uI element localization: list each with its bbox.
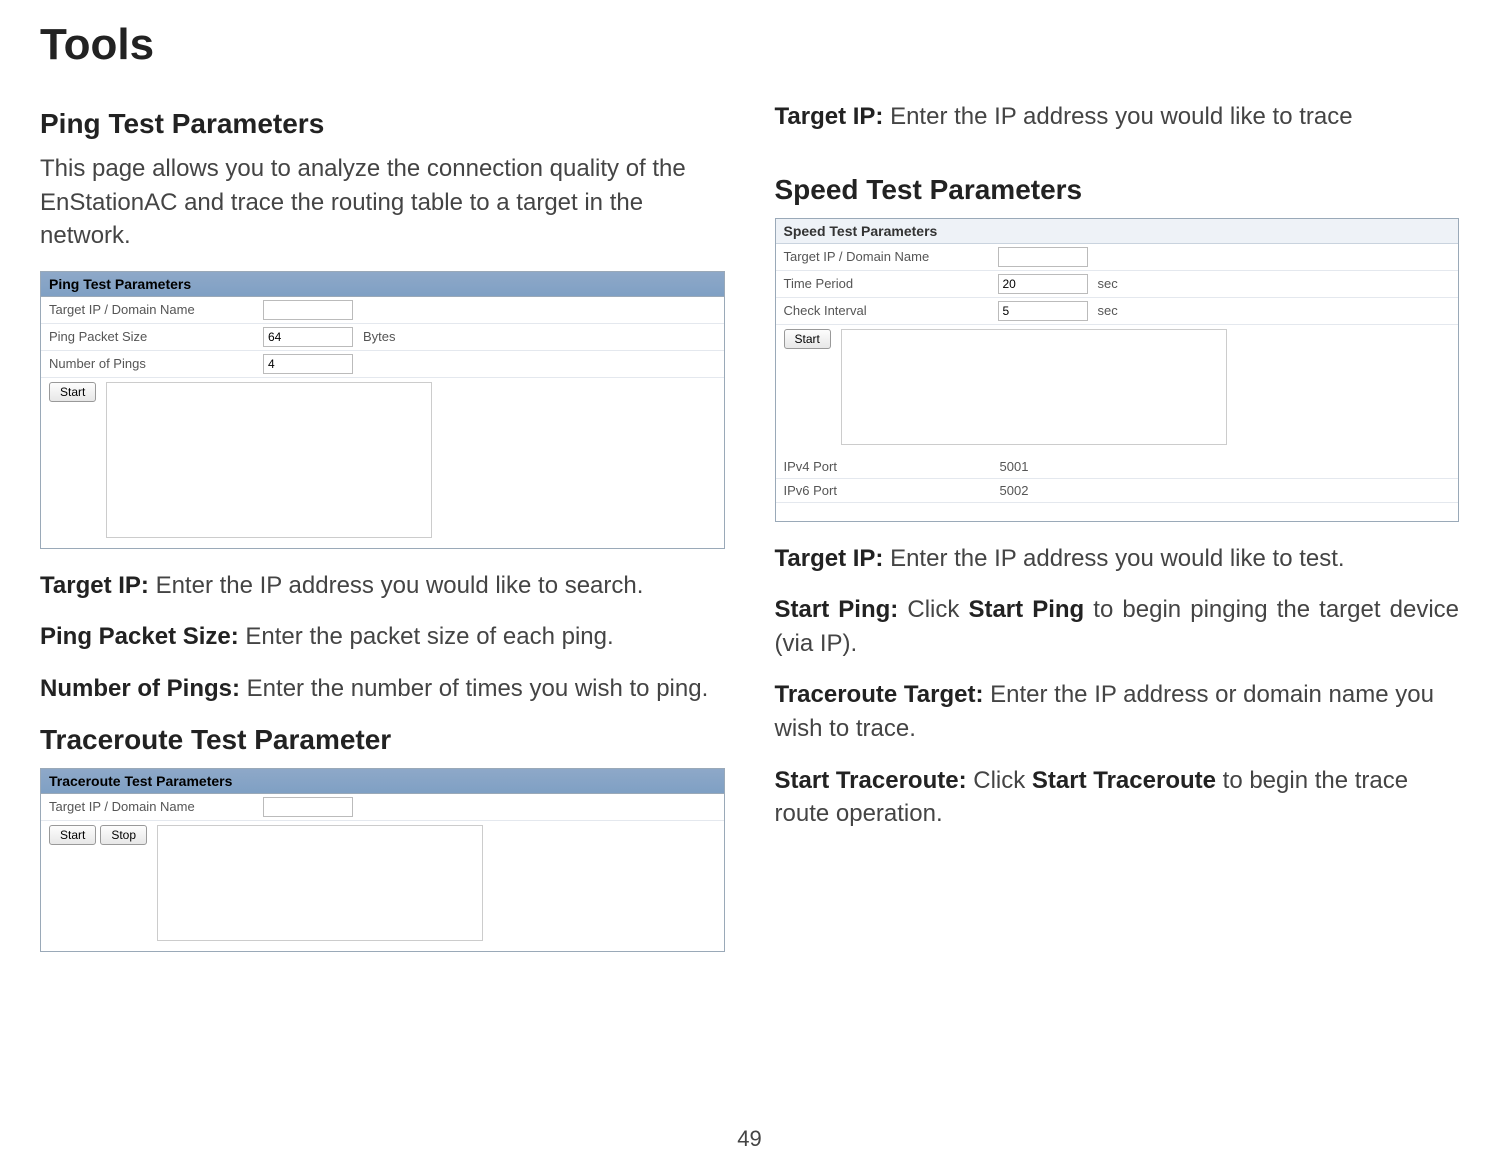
target-ip-text: Enter the IP address you would like to s… [156,572,644,599]
start-ping-bold: Start Ping [968,596,1084,623]
trace-target-ip-label: Target IP: [775,103,891,130]
ping-target-input[interactable] [263,300,353,320]
ipv4-port-label: IPv4 Port [776,455,992,478]
speed-panel-header: Speed Test Parameters [776,219,1459,244]
ipv6-port-value: 5002 [992,479,1037,502]
speed-panel: Speed Test Parameters Target IP / Domain… [775,218,1460,522]
num-pings-label: Number of Pings: [40,675,247,702]
right-column: Target IP: Enter the IP address you woul… [775,90,1460,972]
ping-heading: Ping Test Parameters [40,108,725,140]
traceroute-target-desc: Traceroute Target: Enter the IP address … [775,678,1460,745]
ping-count-input[interactable] [263,354,353,374]
ping-count-label: Number of Pings [41,352,257,375]
speed-output-area[interactable] [841,329,1227,445]
trace-target-ip-text: Enter the IP address you would like to t… [890,103,1352,130]
traceroute-stop-button[interactable]: Stop [100,825,147,845]
speed-target-input[interactable] [998,247,1088,267]
traceroute-target-input[interactable] [263,797,353,817]
ping-target-label: Target IP / Domain Name [41,298,257,321]
speed-time-input[interactable] [998,274,1088,294]
traceroute-panel-header: Traceroute Test Parameters [41,769,724,794]
ping-output-area[interactable] [106,382,432,538]
start-traceroute-pre: Click [973,767,1032,794]
speed-target-label: Target IP / Domain Name [776,245,992,268]
ping-packet-size-label: Ping Packet Size [41,325,257,348]
trace-target-ip-desc: Target IP: Enter the IP address you woul… [775,100,1460,134]
target-ip-desc: Target IP: Enter the IP address you woul… [40,569,725,603]
packet-size-desc: Ping Packet Size: Enter the packet size … [40,620,725,654]
num-pings-text: Enter the number of times you wish to pi… [247,675,709,702]
page-title: Tools [40,20,1459,70]
start-traceroute-desc: Start Traceroute: Click Start Traceroute… [775,764,1460,831]
speed-start-button[interactable]: Start [784,329,831,349]
ipv6-port-label: IPv6 Port [776,479,992,502]
page-number: 49 [0,1126,1499,1152]
num-pings-desc: Number of Pings: Enter the number of tim… [40,672,725,706]
packet-size-text: Enter the packet size of each ping. [245,623,613,650]
speed-interval-unit: sec [1094,303,1118,318]
traceroute-start-button[interactable]: Start [49,825,96,845]
packet-size-label: Ping Packet Size: [40,623,245,650]
ping-packet-size-unit: Bytes [359,329,396,344]
ping-panel-header: Ping Test Parameters [41,272,724,297]
ping-panel: Ping Test Parameters Target IP / Domain … [40,271,725,549]
speed-time-unit: sec [1094,276,1118,291]
speed-target-ip-text: Enter the IP address you would like to t… [890,545,1344,572]
start-traceroute-bold: Start Traceroute [1032,767,1216,794]
traceroute-output-area[interactable] [157,825,483,941]
start-ping-pre: Click [907,596,968,623]
traceroute-panel: Traceroute Test Parameters Target IP / D… [40,768,725,952]
speed-heading: Speed Test Parameters [775,174,1460,206]
speed-target-ip-label: Target IP: [775,545,891,572]
start-ping-desc: Start Ping: Click Start Ping to begin pi… [775,593,1460,660]
speed-target-ip-desc: Target IP: Enter the IP address you woul… [775,542,1460,576]
left-column: Ping Test Parameters This page allows yo… [40,90,725,972]
traceroute-target-label: Target IP / Domain Name [41,795,257,818]
target-ip-label: Target IP: [40,572,156,599]
speed-time-label: Time Period [776,272,992,295]
ipv4-port-value: 5001 [992,455,1037,478]
ping-start-button[interactable]: Start [49,382,96,402]
intro-text: This page allows you to analyze the conn… [40,152,725,253]
traceroute-target-label2: Traceroute Target: [775,681,991,708]
ping-packet-size-input[interactable] [263,327,353,347]
speed-interval-input[interactable] [998,301,1088,321]
start-ping-label: Start Ping: [775,596,908,623]
start-traceroute-label: Start Traceroute: [775,767,974,794]
traceroute-heading: Traceroute Test Parameter [40,724,725,756]
speed-interval-label: Check Interval [776,299,992,322]
